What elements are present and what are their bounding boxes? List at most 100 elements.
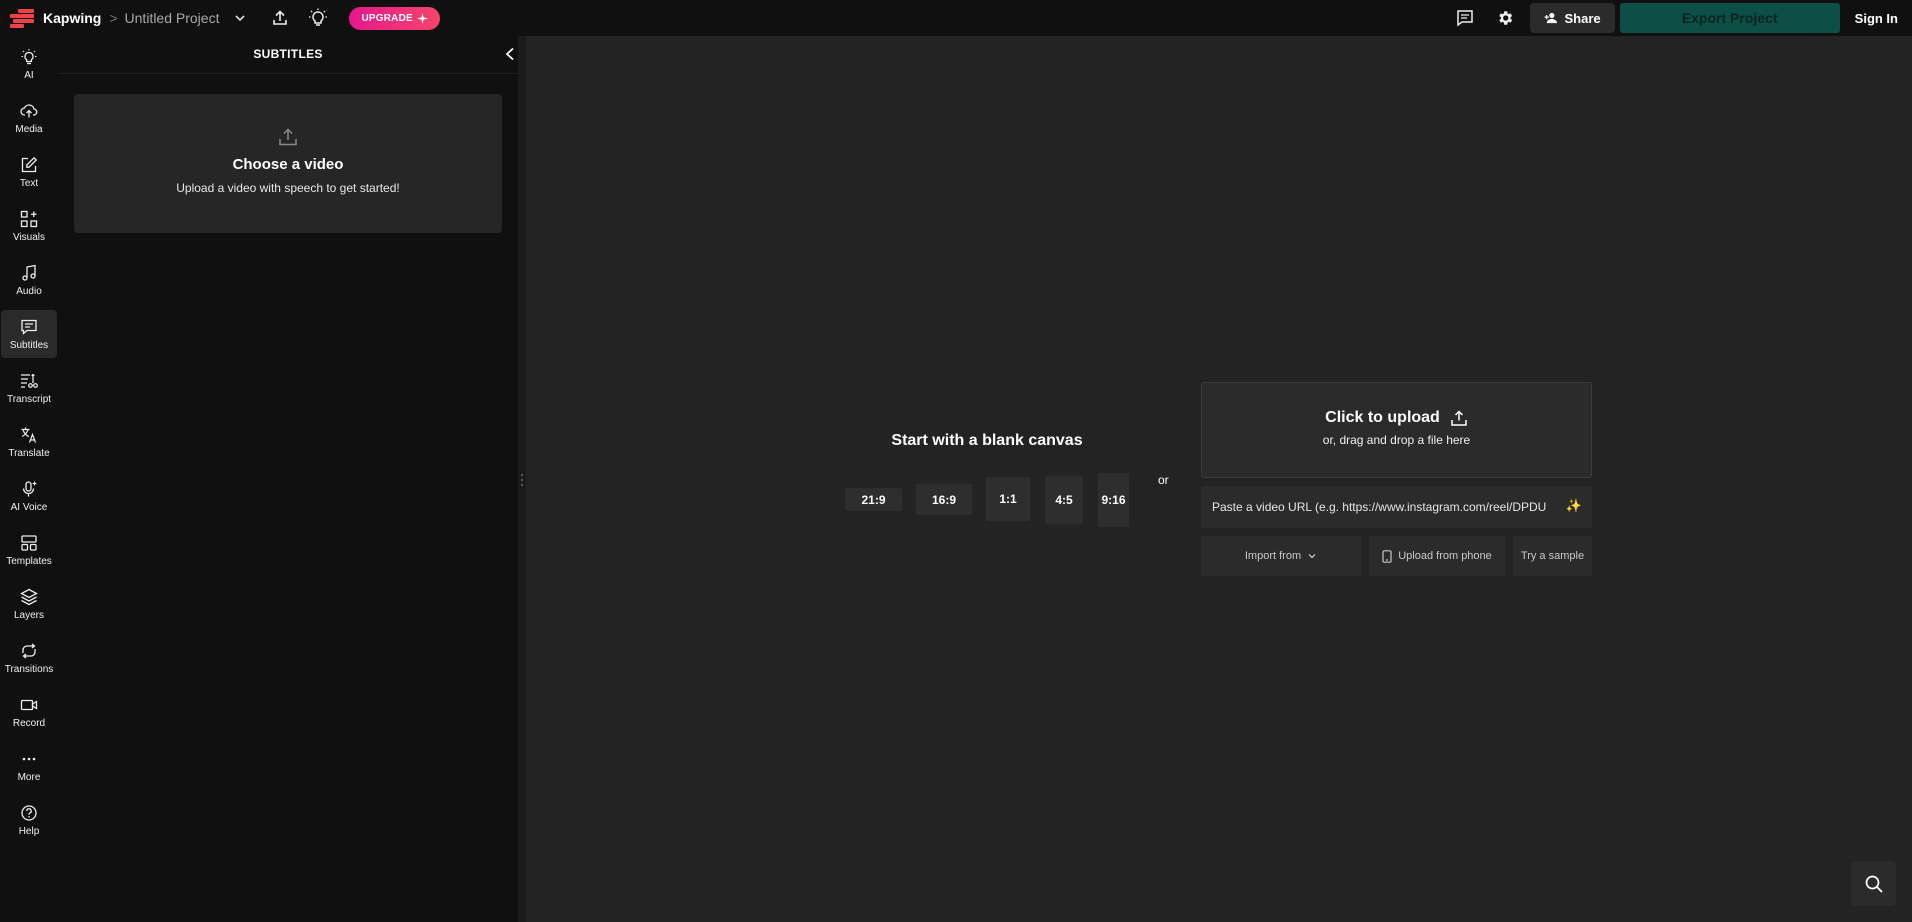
comments-icon[interactable] (1450, 3, 1480, 33)
upload-from-phone-label: Upload from phone (1398, 550, 1492, 562)
panel-header: SUBTITLES (58, 36, 518, 74)
panel-title: SUBTITLES (253, 47, 323, 61)
rail-label: Audio (16, 285, 42, 297)
top-bar: Kapwing > Untitled Project UPGRADE Share… (0, 0, 1912, 36)
rail-item-layers[interactable]: Layers (1, 580, 57, 628)
subtitles-icon (21, 319, 37, 335)
rail-label: Layers (13, 609, 44, 621)
rail-item-audio[interactable]: Audio (1, 256, 57, 304)
help-icon (21, 804, 37, 821)
ratio-button-16-9[interactable]: 16:9 (916, 484, 972, 515)
video-url-input[interactable] (1212, 500, 1562, 514)
upload-title-row: Click to upload (1325, 409, 1468, 427)
rail-label: Media (15, 123, 43, 135)
rail-item-visuals[interactable]: Visuals (1, 202, 57, 250)
share-label: Share (1564, 10, 1601, 26)
choose-video-card[interactable]: Choose a video Upload a video with speec… (74, 94, 502, 233)
rail-label: Text (19, 177, 39, 189)
left-rail: AI Media Text Visuals Audio Subtitles Tr… (0, 36, 58, 922)
rail-label: Record (12, 717, 46, 729)
rail-item-transcript[interactable]: Transcript (1, 364, 57, 412)
ratio-button-9-16[interactable]: 9:16 (1098, 473, 1129, 527)
shapes-icon (20, 210, 38, 227)
upload-icon (1451, 410, 1467, 426)
add-person-icon (1544, 12, 1557, 24)
lightbulb-icon[interactable] (303, 3, 333, 33)
search-icon (1865, 875, 1883, 893)
edit-icon (21, 156, 38, 172)
camera-icon (20, 699, 38, 710)
try-a-sample-button[interactable]: Try a sample (1513, 536, 1592, 576)
upload-title: Click to upload (1325, 409, 1440, 426)
chevron-down-icon (1308, 554, 1316, 559)
sparkle-icon: ✨ (1565, 498, 1582, 513)
brand-name: Kapwing (43, 10, 102, 26)
more-icon (22, 757, 36, 760)
share-button[interactable]: Share (1529, 3, 1615, 33)
rail-label: Subtitles (9, 339, 49, 351)
layers-icon (20, 588, 38, 605)
brand[interactable]: Kapwing (10, 0, 101, 36)
breadcrumb-separator: > (109, 10, 118, 26)
click-to-upload-dropzone[interactable]: Click to upload or, drag and drop a file… (1201, 382, 1592, 478)
rail-label: Translate (8, 447, 50, 459)
export-label: Export Project (1681, 10, 1778, 26)
rail-label: Transitions (4, 663, 54, 675)
or-separator: or (1158, 473, 1169, 487)
export-project-button[interactable]: Export Project (1619, 3, 1840, 33)
ai-voice-icon (22, 480, 37, 496)
upgrade-button[interactable]: UPGRADE (349, 6, 440, 30)
upload-subtitle: or, drag and drop a file here (1322, 433, 1471, 447)
rail-label: Help (18, 825, 40, 837)
project-title[interactable]: Untitled Project (125, 10, 220, 26)
ratio-button-1-1[interactable]: 1:1 (986, 477, 1030, 521)
transcript-icon (21, 373, 38, 388)
templates-icon (21, 534, 37, 551)
translate-icon (21, 427, 37, 443)
project-menu-chevron-down-icon[interactable] (231, 9, 249, 27)
try-a-sample-label: Try a sample (1520, 550, 1585, 562)
upload-from-phone-button[interactable]: Upload from phone (1369, 536, 1505, 576)
rail-item-more[interactable]: More (1, 742, 57, 790)
upload-export-icon[interactable] (265, 3, 295, 33)
collapse-panel-chevron-left-icon[interactable] (500, 44, 520, 64)
rail-label: Templates (6, 555, 52, 567)
rail-label: Visuals (12, 231, 46, 243)
rail-item-record[interactable]: Record (1, 688, 57, 736)
upload-icon (279, 128, 297, 146)
settings-gear-icon[interactable] (1490, 3, 1520, 33)
rail-item-translate[interactable]: Translate (1, 418, 57, 466)
transitions-icon (22, 642, 36, 659)
music-note-icon (22, 264, 36, 281)
subtitles-panel: SUBTITLES Choose a video Upload a video … (58, 36, 525, 922)
bulb-icon (21, 48, 37, 64)
ratio-button-21-9[interactable]: 21:9 (845, 488, 902, 511)
kapwing-logo-icon (10, 9, 34, 28)
choose-video-subtitle: Upload a video with speech to get starte… (176, 181, 400, 195)
blank-canvas-title: Start with a blank canvas (891, 432, 1083, 449)
rail-item-ai[interactable]: AI (1, 40, 57, 88)
import-from-label: Import from (1244, 550, 1302, 562)
rail-item-subtitles[interactable]: Subtitles (1, 310, 57, 358)
rail-item-transitions[interactable]: Transitions (1, 634, 57, 682)
rail-item-templates[interactable]: Templates (1, 526, 57, 574)
rail-label: Transcript (6, 393, 52, 405)
resize-grip-icon (520, 474, 524, 486)
ratio-button-4-5[interactable]: 4:5 (1045, 476, 1083, 524)
choose-video-title: Choose a video (232, 156, 344, 173)
import-from-button[interactable]: Import from (1201, 536, 1361, 576)
rail-label: AI Voice (10, 501, 48, 513)
rail-item-media[interactable]: Media (1, 94, 57, 142)
video-url-field[interactable]: ✨ (1201, 486, 1592, 528)
cloud-upload-icon (20, 103, 38, 117)
rail-item-help[interactable]: Help (1, 796, 57, 844)
rail-item-ai-voice[interactable]: AI Voice (1, 472, 57, 520)
sparkle-icon (416, 12, 428, 24)
rail-label: More (17, 771, 41, 783)
phone-icon (1382, 549, 1392, 563)
rail-item-text[interactable]: Text (1, 148, 57, 196)
search-button[interactable] (1851, 861, 1896, 906)
upgrade-label: UPGRADE (361, 12, 413, 24)
rail-label: AI (24, 69, 34, 81)
sign-in-link[interactable]: Sign In (1855, 11, 1898, 26)
